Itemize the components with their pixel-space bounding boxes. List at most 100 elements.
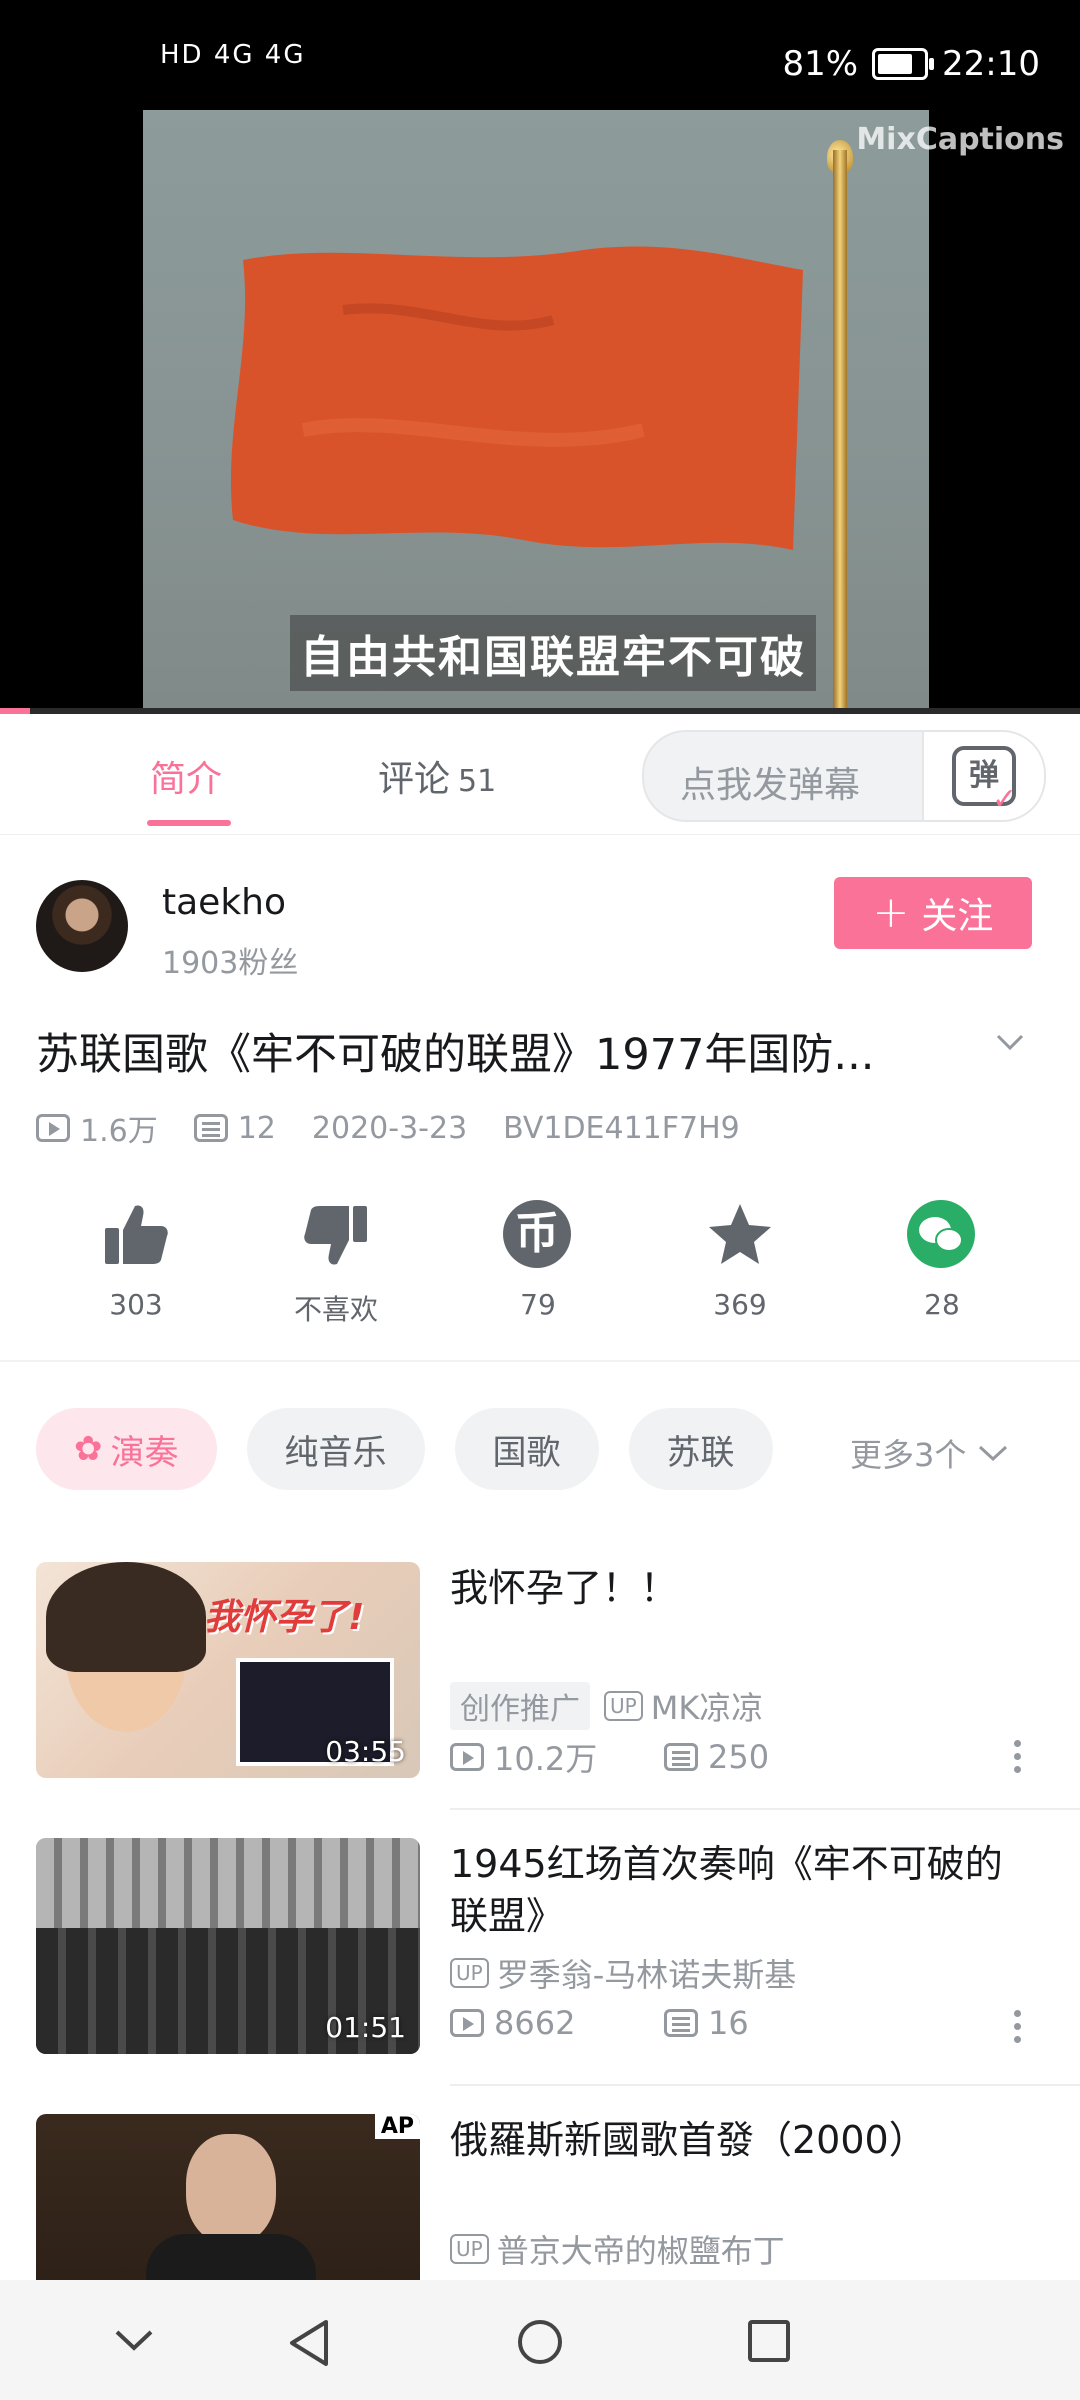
danmaku-count-icon [193, 1114, 228, 1142]
dislike-label: 不喜欢 [293, 1293, 378, 1326]
wechat-icon [907, 1200, 975, 1268]
flag-image [230, 246, 803, 550]
chevron-down-icon[interactable] [996, 1028, 1024, 1056]
share-button[interactable]: 28 [872, 1200, 1012, 1321]
video-thumbnail[interactable]: AP [36, 2114, 420, 2280]
tags-more-label: 更多3个 [850, 1436, 967, 1474]
tag-item[interactable]: 纯音乐 [246, 1408, 425, 1490]
battery-icon [872, 48, 935, 80]
favorite-count: 369 [713, 1288, 767, 1321]
tags-more-button[interactable]: 更多3个 [850, 1430, 1008, 1476]
play-count-icon [450, 2009, 484, 2037]
tag-item[interactable]: 苏联 [628, 1408, 773, 1490]
uploader-fans: 1903粉丝 [162, 946, 299, 981]
coin-count: 79 [520, 1288, 556, 1321]
tag-item[interactable]: 国歌 [454, 1408, 599, 1490]
home-icon[interactable] [516, 2318, 564, 2366]
up-name: 罗季翁-马林诺夫斯基 [496, 1956, 797, 1994]
tag-list: ✿ 演奏 纯音乐 国歌 苏联 [36, 1408, 773, 1490]
video-title[interactable]: 1945红场首次奏响《牢不可破的联盟》 [450, 1838, 1030, 1942]
video-duration: 03:55 [325, 1735, 406, 1768]
view-count: 10.2万 [494, 1740, 598, 1778]
clock: 22:10 [942, 44, 1040, 84]
tab-bar: 简介 评论 51 点我发弹幕 弹 ✓ [0, 714, 1080, 835]
danmaku-input-box[interactable]: 点我发弹幕 弹 ✓ [642, 730, 1046, 822]
list-item[interactable]: AP 俄羅斯新國歌首發（2000） UP 普京大帝的椒鹽布丁 [0, 2114, 1080, 2280]
video-subtitle: 自由共和国联盟牢不可破 [290, 615, 816, 691]
up-name: MK凉凉 [650, 1689, 764, 1727]
follow-button[interactable]: + 关注 [834, 877, 1032, 949]
watermark: MixCaptions [856, 122, 1064, 157]
uploader-name[interactable]: taekho [162, 882, 286, 923]
thumb-building [36, 1838, 420, 1928]
thumb-hair [46, 1562, 206, 1672]
view-count: 8662 [494, 2004, 576, 2042]
avatar[interactable] [36, 880, 128, 972]
video-meta: 1.6万 12 2020-3-23 BV1DE411F7H9 [36, 1106, 776, 1150]
chevron-down-icon [979, 1445, 1008, 1462]
up-badge: UP [450, 1958, 489, 1988]
thumbs-down-icon [301, 1200, 371, 1270]
video-thumbnail[interactable]: 我怀孕了! 03:55 [36, 1562, 420, 1778]
thumb-person [186, 2134, 276, 2244]
chevron-down-icon[interactable] [114, 2328, 154, 2352]
video-title[interactable]: 我怀孕了！！ [450, 1562, 1030, 1614]
tab-indicator [147, 820, 231, 826]
list-item[interactable]: 01:51 1945红场首次奏响《牢不可破的联盟》 UP 罗季翁-马林诺夫斯基 … [0, 1838, 1080, 2086]
back-icon[interactable] [286, 2318, 332, 2368]
divider [0, 1360, 1080, 1362]
danmaku-count-icon [664, 2009, 698, 2037]
list-item[interactable]: 我怀孕了! 03:55 我怀孕了！！ 创作推广 UP MK凉凉 10.2万 25… [0, 1562, 1080, 1810]
danmaku-count: 12 [237, 1110, 276, 1146]
danmaku-count: 16 [708, 2004, 749, 2042]
up-badge: UP [604, 1691, 643, 1721]
play-count-icon [36, 1114, 70, 1142]
tab-comments[interactable]: 评论 51 [378, 750, 496, 802]
danmaku-toggle-button[interactable]: 弹 ✓ [922, 732, 1044, 820]
more-options-icon[interactable] [1014, 1740, 1024, 1779]
thumb-logo: AP [374, 2114, 420, 2139]
video-title[interactable]: 苏联国歌《牢不可破的联盟》1977年国防... [36, 1020, 976, 1082]
thumb-caption: 我怀孕了! [204, 1597, 365, 1638]
status-bar: HD 4G 4G 81% 22:10 [0, 0, 1080, 110]
video-duration: 01:51 [325, 2011, 406, 2044]
like-button[interactable]: 303 [66, 1200, 206, 1321]
action-bar: 303 不喜欢 币 79 369 28 [0, 1200, 1080, 1340]
battery-percent: 81% [782, 44, 859, 84]
video-thumbnail[interactable]: 01:51 [36, 1838, 420, 2054]
danmaku-count: 250 [708, 1738, 770, 1776]
more-options-icon[interactable] [1014, 2010, 1024, 2049]
up-name: 普京大帝的椒鹽布丁 [496, 2232, 785, 2270]
bvid: BV1DE411F7H9 [503, 1110, 740, 1146]
share-count: 28 [924, 1288, 960, 1321]
divider [450, 1808, 1080, 1810]
tag-item[interactable]: ✿ 演奏 [36, 1408, 217, 1490]
divider [450, 2084, 1080, 2086]
plus-icon: + [872, 887, 910, 938]
up-badge: UP [450, 2234, 489, 2264]
flower-icon: ✿ [74, 1429, 103, 1469]
coin-button[interactable]: 币 79 [468, 1200, 608, 1321]
flagpole [833, 150, 847, 714]
view-count: 1.6万 [80, 1114, 158, 1149]
video-player[interactable]: HD 4G 4G 81% 22:10 MixCaptions 自由共和国联盟牢不… [0, 0, 1080, 714]
danmaku-count-icon [664, 1743, 698, 1771]
comment-count: 51 [458, 764, 497, 799]
favorite-button[interactable]: 369 [670, 1200, 810, 1321]
publish-date: 2020-3-23 [311, 1110, 468, 1146]
tab-comments-label: 评论 [378, 759, 451, 800]
coin-icon: 币 [503, 1200, 571, 1268]
play-count-icon [450, 1743, 484, 1771]
tab-intro[interactable]: 简介 [150, 750, 222, 802]
dislike-button[interactable]: 不喜欢 [266, 1200, 406, 1328]
recents-icon[interactable] [746, 2318, 792, 2364]
thumb-suit [146, 2234, 316, 2280]
system-nav-bar [0, 2280, 1080, 2400]
uploader-row: taekho 1903粉丝 + 关注 [0, 840, 1080, 990]
promo-badge: 创作推广 [450, 1682, 590, 1730]
follow-label: 关注 [921, 896, 994, 937]
like-count: 303 [109, 1288, 163, 1321]
video-title[interactable]: 俄羅斯新國歌首發（2000） [450, 2114, 1030, 2166]
danmaku-input[interactable]: 点我发弹幕 [680, 756, 860, 808]
star-icon [705, 1200, 775, 1270]
